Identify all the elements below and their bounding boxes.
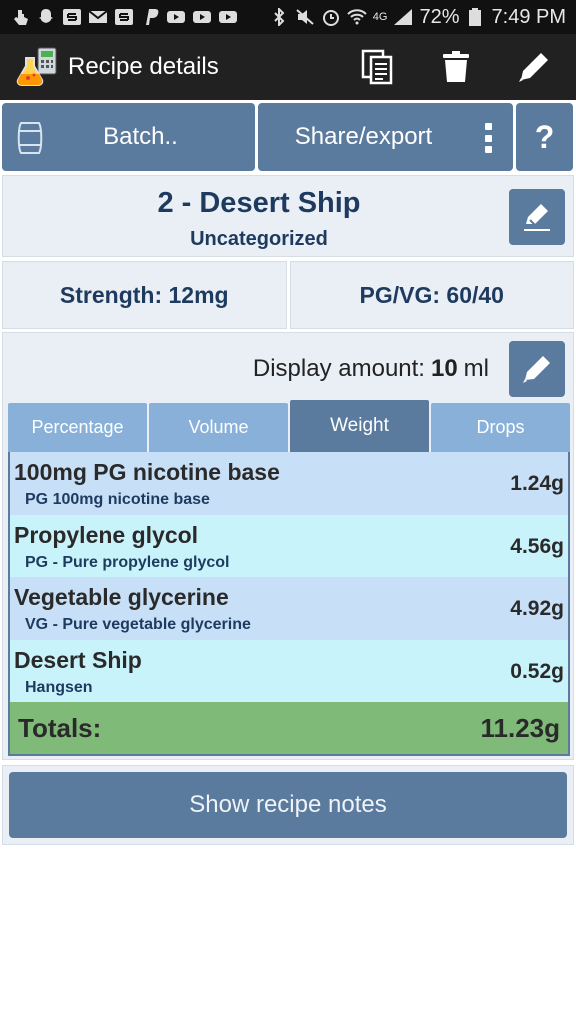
display-amount: Display amount: 10 ml — [3, 341, 507, 397]
barrel-icon — [17, 122, 43, 154]
ingredient-row[interactable]: 100mg PG nicotine base PG 100mg nicotine… — [10, 452, 568, 515]
battery-icon — [466, 8, 486, 26]
bluetooth-icon — [269, 8, 289, 26]
tab-volume[interactable]: Volume — [149, 403, 288, 452]
sling-icon — [114, 8, 134, 26]
ingredient-amount: 4.92g — [510, 597, 564, 620]
ingredient-description: VG - Pure vegetable glycerine — [25, 616, 251, 633]
sling-icon — [62, 8, 82, 26]
ingredient-name: 100mg PG nicotine base — [14, 459, 280, 485]
ingredient-description: PG - Pure propylene glycol — [25, 553, 230, 571]
battery-percent: 72% — [419, 5, 460, 28]
ingredient-name: Desert Ship — [14, 646, 142, 673]
unit-tabs: Percentage Volume Weight Drops — [8, 400, 570, 452]
mute-icon — [295, 8, 315, 26]
status-bar: 4G 72% 7:49 PM — [0, 0, 576, 34]
gmail-icon — [88, 8, 108, 26]
edit-icon — [524, 204, 550, 231]
ingredient-amount: 4.56g — [510, 534, 564, 558]
share-export-label: Share/export — [294, 123, 433, 150]
edit-amount-button[interactable] — [509, 341, 565, 397]
ingredients-table: 100mg PG nicotine base PG 100mg nicotine… — [8, 452, 570, 756]
display-amount-value: 10 — [430, 355, 458, 382]
paypal-icon — [140, 8, 160, 26]
wifi-icon — [347, 8, 367, 26]
clock: 7:49 PM — [491, 5, 566, 28]
share-export-button[interactable]: Share/export — [258, 103, 513, 171]
recipe-name: 2 - Desert Ship — [157, 187, 361, 219]
snapchat-icon — [36, 8, 56, 26]
ingredient-name: Propylene glycol — [14, 521, 199, 548]
pencil-icon — [519, 53, 548, 82]
signal-icon — [393, 8, 413, 26]
top-button-row: Batch.. Share/export ? — [2, 103, 574, 171]
alarm-icon — [321, 8, 341, 26]
touch-icon — [10, 8, 30, 26]
edit-recipe-button[interactable] — [504, 39, 564, 95]
app-logo-icon — [16, 47, 57, 86]
copy-icon — [361, 49, 393, 85]
tab-drops[interactable]: Drops — [431, 403, 570, 452]
overflow-menu-icon — [485, 123, 493, 153]
ingredient-amount: 1.24g — [510, 472, 564, 495]
totals-value: 11.23g — [480, 712, 560, 743]
trash-icon — [443, 51, 469, 82]
help-button[interactable]: ? — [516, 103, 573, 171]
ingredient-row[interactable]: Propylene glycol PG - Pure propylene gly… — [10, 514, 568, 577]
recipe-header: 2 - Desert Ship Uncategorized — [2, 175, 574, 257]
youtube-icon — [218, 8, 238, 26]
notification-icons — [10, 8, 269, 26]
notes-panel: Show recipe notes — [2, 765, 574, 845]
pencil-icon — [523, 356, 550, 383]
tab-percentage[interactable]: Percentage — [8, 403, 147, 452]
ingredient-description: PG 100mg nicotine base — [25, 491, 210, 508]
action-bar: Recipe details — [0, 34, 576, 100]
youtube-icon — [192, 8, 212, 26]
strength-row: Strength: 12mg PG/VG: 60/40 — [2, 261, 574, 329]
display-amount-unit: ml — [463, 355, 489, 382]
recipe-category: Uncategorized — [190, 228, 328, 250]
ingredients-panel: Display amount: 10 ml Percentage Volume … — [2, 332, 574, 760]
ingredient-name: Vegetable glycerine — [14, 584, 229, 610]
show-recipe-notes-button[interactable]: Show recipe notes — [9, 772, 567, 838]
edit-name-button[interactable] — [509, 189, 565, 245]
totals-row: Totals: 11.23g — [10, 702, 568, 754]
tab-weight[interactable]: Weight — [290, 400, 429, 452]
delete-recipe-button[interactable] — [426, 39, 486, 95]
network-type: 4G — [372, 11, 388, 23]
totals-label: Totals: — [18, 712, 102, 743]
youtube-icon — [166, 8, 186, 26]
system-status: 4G 72% 7:49 PM — [269, 6, 566, 29]
strength-value: Strength: 12mg — [2, 261, 287, 329]
ingredient-amount: 0.52g — [510, 659, 564, 683]
display-amount-label: Display amount: — [252, 355, 425, 382]
page-title: Recipe details — [68, 53, 219, 80]
ingredient-description: Hangsen — [25, 678, 93, 696]
ingredient-row[interactable]: Desert Ship Hangsen 0.52g — [10, 639, 568, 702]
batch-button[interactable]: Batch.. — [2, 103, 255, 171]
ingredient-row[interactable]: Vegetable glycerine VG - Pure vegetable … — [10, 577, 568, 640]
copy-recipe-button[interactable] — [348, 39, 408, 95]
pg-vg-ratio: PG/VG: 60/40 — [289, 261, 574, 329]
